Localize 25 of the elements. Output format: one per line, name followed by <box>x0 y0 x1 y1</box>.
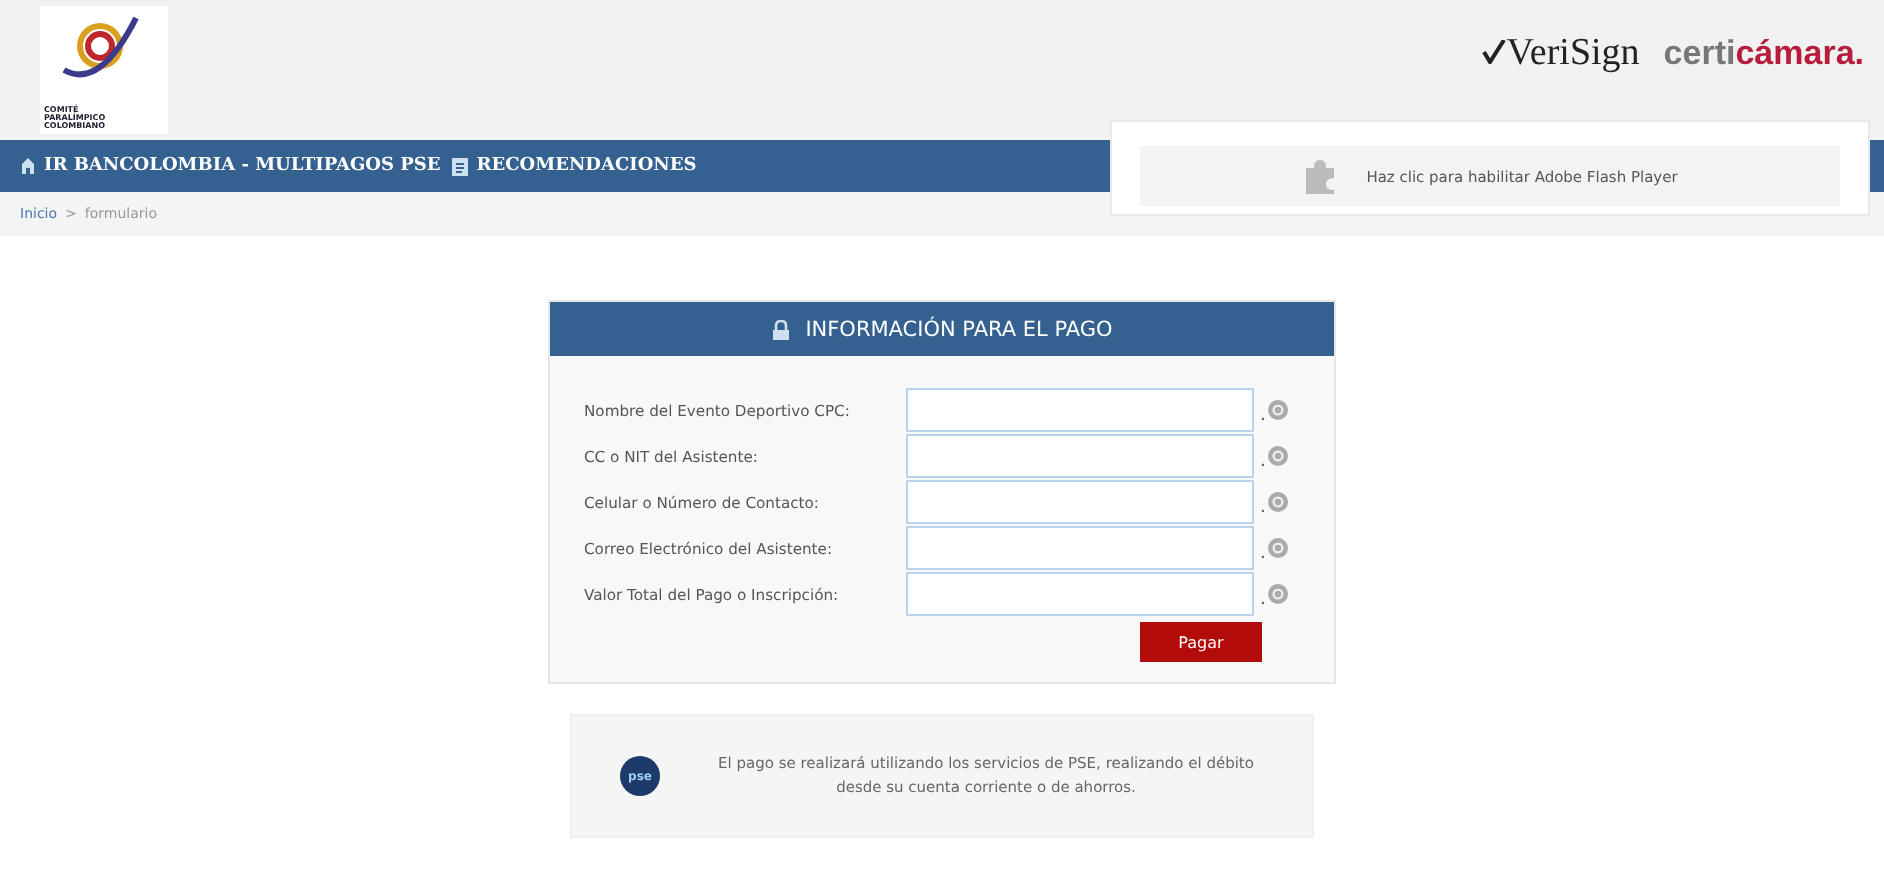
document-icon <box>452 157 469 175</box>
pay-button[interactable]: Pagar <box>1140 622 1262 662</box>
required-mark: . <box>1260 544 1266 564</box>
card-title: INFORMACIÓN PARA EL PAGO <box>805 317 1113 341</box>
nav-link[interactable]: IR BANCOLOMBIA - MULTIPAGOS PSE <box>20 156 441 176</box>
nav-link[interactable]: RECOMENDACIONES <box>452 156 697 176</box>
help-icon[interactable] <box>1267 446 1288 466</box>
help-icon[interactable] <box>1267 538 1288 558</box>
puzzle-piece-icon <box>1302 158 1339 194</box>
help-icon[interactable] <box>1267 492 1288 512</box>
input-field[interactable] <box>906 434 1254 478</box>
home-icon <box>20 158 36 174</box>
required-mark: . <box>1260 498 1266 518</box>
required-mark: . <box>1260 590 1266 610</box>
input-field[interactable] <box>906 480 1254 524</box>
input-field[interactable] <box>906 526 1254 570</box>
required-mark: . <box>1260 406 1266 426</box>
verisign-logo: VeriSign <box>1482 32 1640 76</box>
input-field[interactable] <box>906 572 1254 616</box>
lock-icon <box>771 319 790 339</box>
help-icon[interactable] <box>1267 400 1288 420</box>
certicamara-logo: certicámara. <box>1663 34 1864 74</box>
help-icon[interactable] <box>1267 584 1288 604</box>
required-mark: . <box>1260 452 1266 472</box>
input-field[interactable] <box>906 388 1254 432</box>
